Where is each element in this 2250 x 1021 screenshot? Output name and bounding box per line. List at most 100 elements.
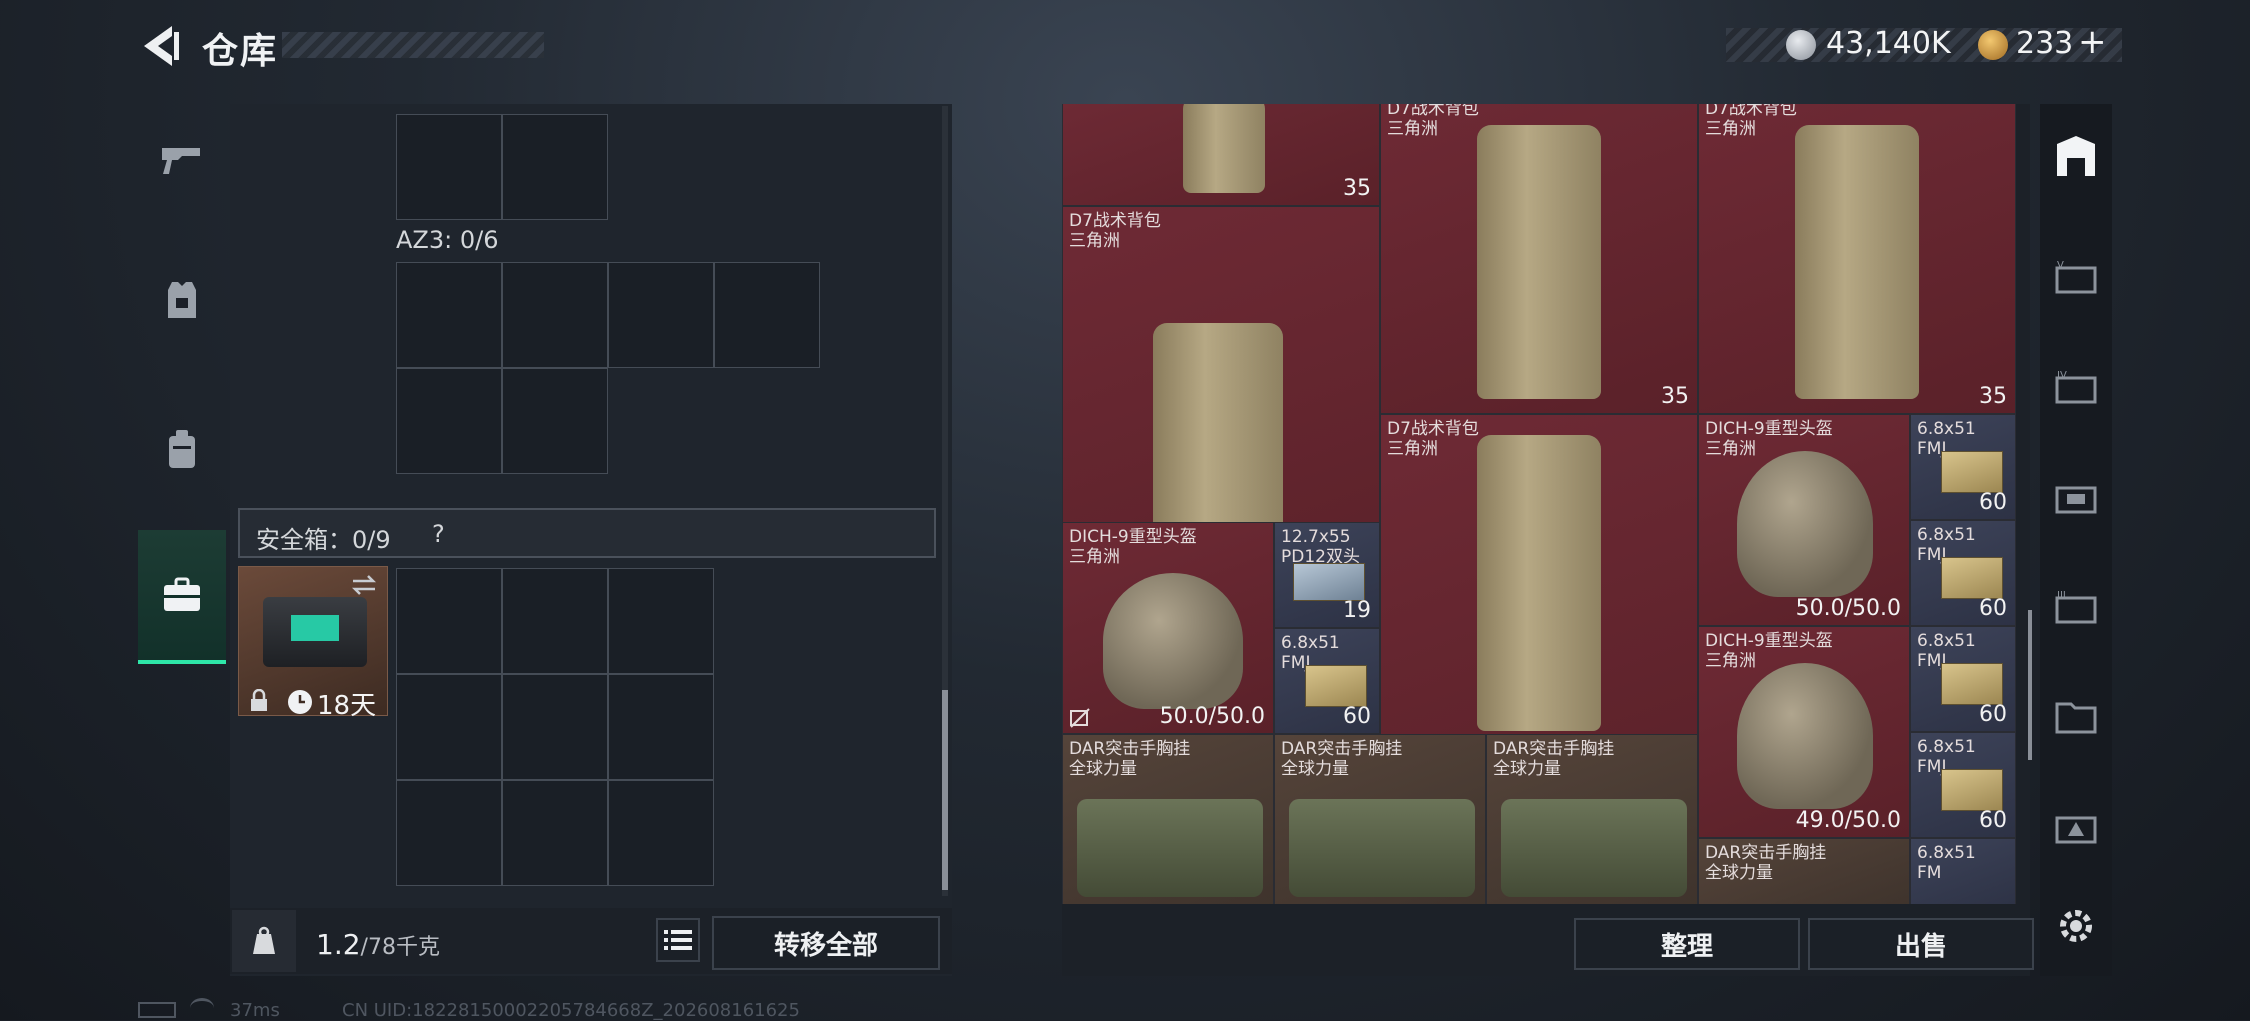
item-helmet[interactable]: DICH-9重型头盔 三角洲 50.0/50.0: [1062, 522, 1274, 734]
sort-button[interactable]: 整理: [1574, 918, 1800, 970]
grid-slot[interactable]: [396, 262, 502, 368]
helmet-image: [1737, 451, 1873, 597]
grid-slot[interactable]: [714, 262, 820, 368]
tab-safebox[interactable]: [138, 530, 226, 664]
svg-text:IV: IV: [2057, 370, 2067, 381]
ammo-box-image: [1305, 665, 1367, 707]
item-durability: 50.0/50.0: [1795, 596, 1901, 621]
item-name: D7战术背包 三角洲: [1387, 419, 1479, 459]
item-count: 35: [1343, 176, 1371, 201]
item-name: DICH-9重型头盔 三角洲: [1069, 527, 1197, 567]
item-chest-rig[interactable]: DAR突击手胸挂 全球力量: [1062, 734, 1274, 904]
item-name: 6.8x51 FM: [1917, 843, 1976, 883]
settings-button[interactable]: [2040, 876, 2112, 976]
grid-slot[interactable]: [502, 780, 608, 886]
item-backpack[interactable]: D7战术背包三角洲 35: [1698, 104, 2016, 414]
add-gold-button[interactable]: +: [2078, 22, 2107, 62]
weight-current: 1.2: [316, 928, 361, 961]
safebox-header: 安全箱：0/9 ?: [238, 508, 936, 558]
item-helmet[interactable]: DICH-9重型头盔 三角洲 50.0/50.0: [1698, 414, 1910, 626]
weight-icon: [232, 910, 296, 972]
grid-slot[interactable]: [502, 568, 608, 674]
gold-amount: 233: [2016, 26, 2074, 61]
backpack-image: [1183, 104, 1265, 193]
silver-amount: 43,140K: [1826, 26, 1951, 61]
back-button[interactable]: [138, 22, 182, 70]
tab-weapons[interactable]: [138, 100, 226, 220]
tab-storage[interactable]: [2040, 106, 2112, 206]
item-ammo[interactable]: 6.8x51 FMJ 60: [1274, 628, 1380, 734]
left-scrollbar-thumb[interactable]: [942, 690, 948, 890]
item-name: D7战术背包 三角洲: [1069, 211, 1161, 251]
item-backpack[interactable]: 35: [1062, 104, 1380, 206]
chest-rig-image: [1077, 799, 1263, 897]
grid-slot[interactable]: [396, 114, 502, 220]
svg-text:V: V: [2057, 260, 2064, 271]
item-ammo[interactable]: 6.8x51 FMJ 60: [1910, 626, 2016, 732]
grid-slot[interactable]: [502, 114, 608, 220]
tab-warning-case[interactable]: [2040, 776, 2112, 876]
safebox-case-icon: [263, 597, 367, 667]
weight-readout: 1.2/78千克: [316, 928, 440, 961]
swap-icon[interactable]: [349, 573, 379, 597]
item-ammo[interactable]: 6.8x51 FMJ 60: [1910, 520, 2016, 626]
item-ammo[interactable]: 6.8x51 FMJ 60: [1910, 732, 2016, 838]
armor-vest-icon: [168, 282, 196, 318]
no-insure-icon: [1070, 708, 1090, 728]
item-name: DAR突击手胸挂 全球力量: [1281, 739, 1403, 779]
item-count: 19: [1343, 598, 1371, 623]
tab-tier-iv-box[interactable]: [2040, 446, 2112, 546]
item-count: 60: [1979, 490, 2007, 515]
uid-readout: CN UID:18228150002205784668Z_20260816162…: [342, 1000, 800, 1021]
sell-button[interactable]: 出售: [1808, 918, 2034, 970]
storage-scrollbar-thumb[interactable]: [2028, 610, 2032, 760]
grid-slot[interactable]: [608, 780, 714, 886]
grid-slot[interactable]: [502, 368, 608, 474]
clock-icon: [288, 690, 312, 714]
safebox-item[interactable]: 18天: [238, 566, 388, 721]
tab-armor[interactable]: [138, 240, 226, 360]
ammo-box-image: [1941, 451, 2003, 493]
grid-slot[interactable]: [396, 568, 502, 674]
item-chest-rig[interactable]: DAR突击手胸挂 全球力量: [1698, 838, 1910, 904]
tab-folder[interactable]: [2040, 666, 2112, 766]
help-icon[interactable]: ?: [432, 520, 445, 548]
grid-slot[interactable]: [608, 674, 714, 780]
item-durability: 50.0/50.0: [1159, 704, 1265, 729]
tab-tier-iii-case[interactable]: III: [2040, 556, 2112, 656]
battery-icon: [138, 1002, 176, 1018]
item-count: 35: [1979, 384, 2007, 409]
grid-slot[interactable]: [396, 780, 502, 886]
item-ammo[interactable]: 6.8x51 FM: [1910, 838, 2016, 904]
az3-capacity-label: AZ3: 0/6: [396, 226, 499, 254]
item-durability: 49.0/50.0: [1795, 808, 1901, 833]
item-chest-rig[interactable]: DAR突击手胸挂 全球力量: [1274, 734, 1486, 904]
list-view-button[interactable]: [656, 918, 700, 962]
item-name: DAR突击手胸挂 全球力量: [1705, 843, 1827, 883]
svg-text:III: III: [2057, 590, 2066, 601]
silver-coin-icon: [1786, 30, 1816, 60]
gear-icon: [2060, 910, 2092, 942]
folder-icon: [2055, 702, 2097, 734]
tab-tier-iv-case[interactable]: IV: [2040, 336, 2112, 436]
item-name: D7战术背包 三角洲: [1705, 104, 1797, 139]
grid-slot[interactable]: [502, 262, 608, 368]
tab-tier-v-case[interactable]: V: [2040, 226, 2112, 326]
transfer-all-button[interactable]: 转移全部: [712, 916, 940, 970]
grid-slot[interactable]: [608, 568, 714, 674]
grid-slot[interactable]: [502, 674, 608, 780]
grid-slot[interactable]: [396, 674, 502, 780]
grid-slot[interactable]: [608, 262, 714, 368]
grid-slot[interactable]: [396, 368, 502, 474]
item-ammo[interactable]: 6.8x51 FMJ 60: [1910, 414, 2016, 520]
weight-max: /78千克: [360, 935, 440, 960]
safebox-label: 安全箱：0/9: [256, 526, 391, 554]
warning-case-icon: [2055, 816, 2097, 844]
tab-backpack[interactable]: [138, 390, 226, 510]
item-chest-rig[interactable]: DAR突击手胸挂 全球力量: [1486, 734, 1698, 904]
item-name: DAR突击手胸挂 全球力量: [1069, 739, 1191, 779]
ammo-box-image: [1941, 769, 2003, 811]
item-helmet[interactable]: DICH-9重型头盔 三角洲 49.0/50.0: [1698, 626, 1910, 838]
item-backpack[interactable]: D7战术背包三角洲 35: [1380, 104, 1698, 414]
item-ammo[interactable]: 12.7x55 PD12双头 19: [1274, 522, 1380, 628]
